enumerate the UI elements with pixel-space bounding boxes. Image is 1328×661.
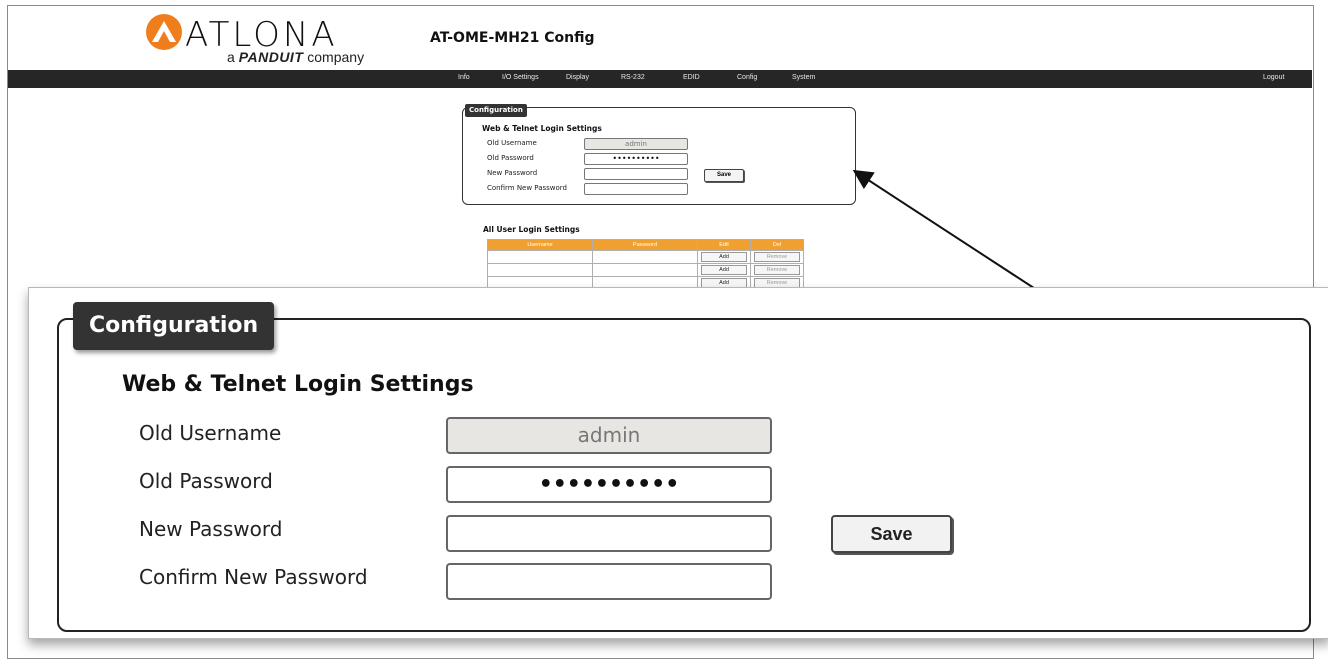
save-button[interactable]: Save — [704, 169, 744, 182]
tagline-prefix: a — [227, 49, 235, 65]
zoom-old-password-field[interactable]: •••••••••• — [446, 466, 772, 503]
add-button[interactable]: Add — [701, 252, 747, 262]
nav-logout[interactable]: Logout — [1263, 74, 1284, 81]
nav-info[interactable]: Info — [458, 74, 470, 81]
nav-io-settings[interactable]: I/O Settings — [502, 74, 539, 81]
del-cell: Remove — [750, 263, 804, 277]
app-title: AT-OME-MH21 Config — [430, 30, 595, 46]
zoom-confirm-password-label: Confirm New Password — [139, 565, 368, 589]
remove-button[interactable]: Remove — [754, 265, 800, 275]
password-cell[interactable] — [592, 263, 698, 277]
edit-cell: Add — [697, 263, 751, 277]
table-row: Add Remove — [487, 263, 804, 277]
old-password-label: Old Password — [487, 154, 534, 162]
confirm-password-field[interactable] — [584, 183, 688, 195]
new-password-label: New Password — [487, 169, 538, 177]
zoom-configuration-tab: Configuration — [73, 302, 275, 350]
zoom-save-button[interactable]: Save — [831, 515, 952, 553]
zoom-old-username-field: admin — [446, 417, 772, 454]
zoom-new-password-field[interactable] — [446, 515, 772, 552]
all-users-title: All User Login Settings — [483, 225, 580, 234]
col-password: Password — [592, 239, 698, 251]
top-navbar: Info I/O Settings Display RS-232 EDID Co… — [8, 70, 1312, 88]
users-table: Username Password Edit Del Add Remove Ad… — [487, 239, 804, 290]
atlona-logo: ATLONA a PANDUIT company — [145, 13, 370, 65]
col-del: Del — [750, 239, 804, 251]
del-cell: Remove — [750, 250, 804, 264]
edit-cell: Add — [697, 250, 751, 264]
zoom-confirm-password-field[interactable] — [446, 563, 772, 600]
page: ATLONA a PANDUIT company AT-OME-MH21 Con… — [0, 0, 1328, 661]
login-settings-title: Web & Telnet Login Settings — [482, 124, 602, 133]
username-cell[interactable] — [487, 263, 593, 277]
nav-rs232[interactable]: RS-232 — [621, 74, 645, 81]
col-edit: Edit — [697, 239, 751, 251]
table-row: Add Remove — [487, 250, 804, 264]
tagline-suffix: company — [307, 49, 365, 65]
remove-button[interactable]: Remove — [754, 252, 800, 262]
nav-system[interactable]: System — [792, 74, 815, 81]
zoom-old-password-label: Old Password — [139, 469, 273, 493]
logo-tagline: a PANDUIT company — [227, 49, 364, 65]
add-button[interactable]: Add — [701, 265, 747, 275]
username-cell[interactable] — [487, 250, 593, 264]
new-password-field[interactable] — [584, 168, 688, 180]
tagline-brand: PANDUIT — [238, 49, 304, 65]
old-password-field[interactable]: •••••••••• — [584, 153, 688, 165]
zoom-new-password-label: New Password — [139, 517, 283, 541]
old-username-field: admin — [584, 138, 688, 150]
configuration-tab: Configuration — [465, 104, 527, 117]
old-username-label: Old Username — [487, 139, 537, 147]
nav-edid[interactable]: EDID — [683, 74, 700, 81]
atlona-logo-icon — [146, 14, 182, 50]
password-cell[interactable] — [592, 250, 698, 264]
zoom-old-username-label: Old Username — [139, 421, 282, 445]
col-username: Username — [487, 239, 593, 251]
zoom-login-settings-title: Web & Telnet Login Settings — [122, 372, 474, 397]
nav-config[interactable]: Config — [737, 74, 757, 81]
confirm-password-label: Confirm New Password — [487, 184, 568, 192]
nav-display[interactable]: Display — [566, 74, 589, 81]
